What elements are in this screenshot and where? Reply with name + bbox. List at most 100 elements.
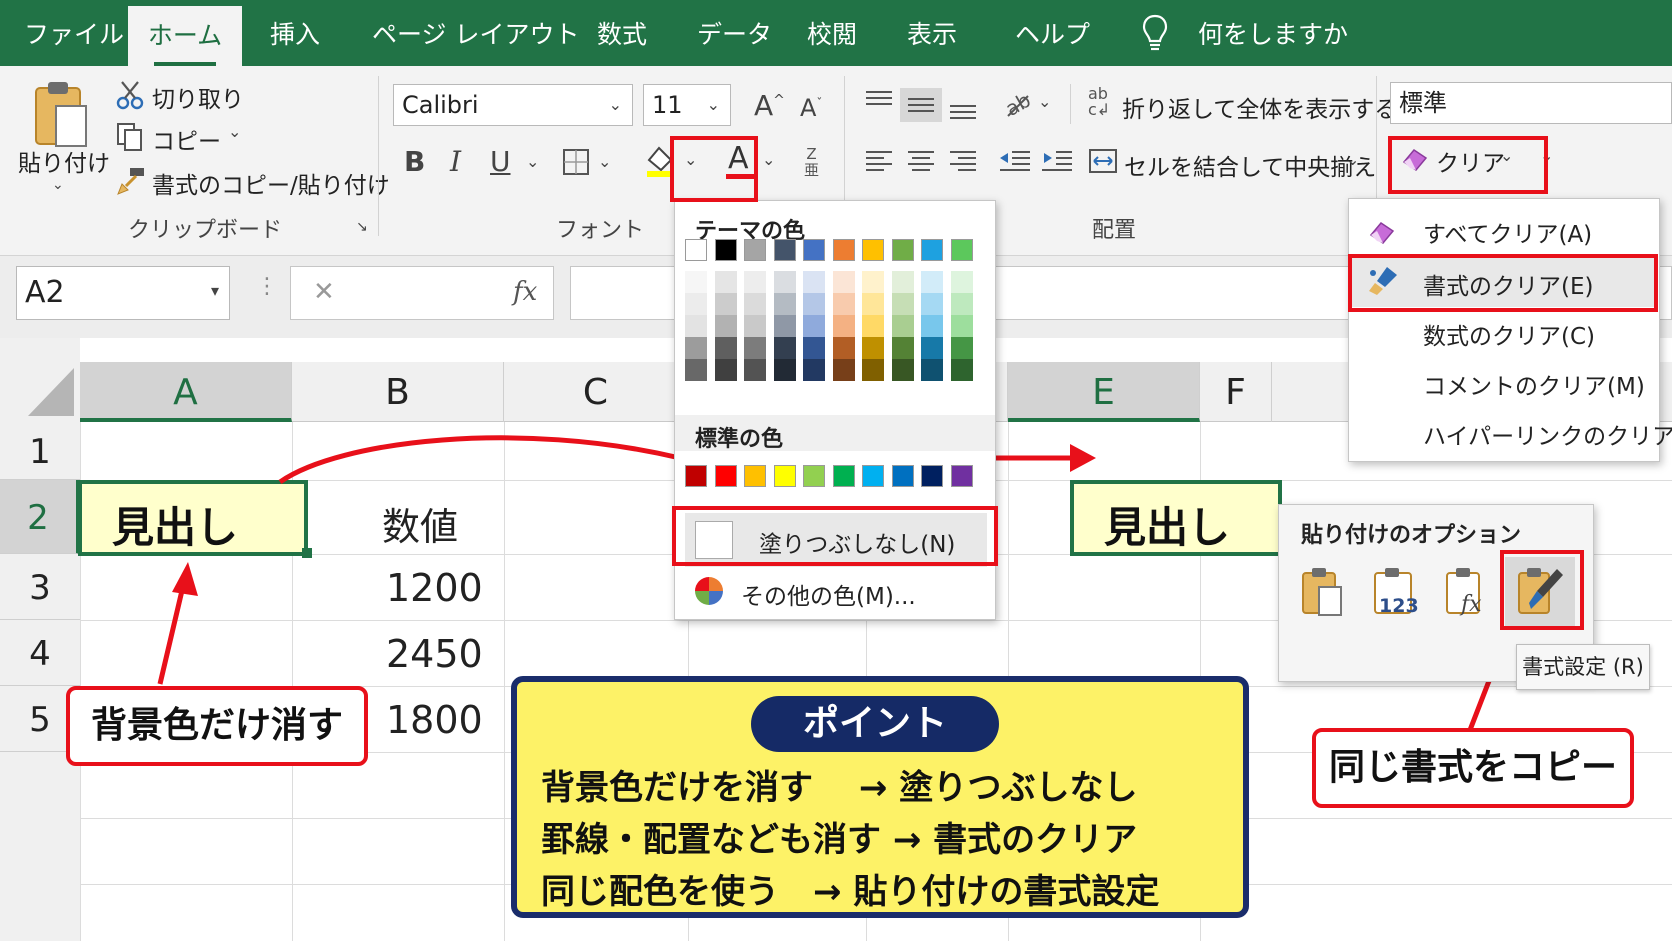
phonetic-icon[interactable]: Z亜 — [804, 146, 819, 178]
theme-color-shade[interactable] — [714, 337, 737, 359]
wrap-text-icon[interactable]: ab c↲ — [1088, 86, 1110, 118]
theme-color-shade[interactable] — [832, 293, 855, 315]
theme-color-shade[interactable] — [685, 293, 707, 315]
row-header-1[interactable]: 1 — [0, 422, 80, 480]
theme-color-shade[interactable] — [803, 271, 825, 293]
wrap-text-button[interactable]: 折り返して全体を表示する — [1122, 90, 1397, 124]
theme-color-shade[interactable] — [862, 293, 884, 315]
theme-color-swatch[interactable] — [685, 239, 707, 261]
name-box[interactable]: A2 ▾ — [16, 266, 230, 320]
theme-color-swatch[interactable] — [950, 239, 973, 261]
theme-color-shade[interactable] — [744, 315, 766, 337]
tell-me-search[interactable]: 何をしますか — [1198, 0, 1348, 66]
more-options-icon[interactable]: ⋮ — [256, 276, 278, 298]
tab-view[interactable]: 表示 — [907, 0, 957, 66]
theme-color-shade[interactable] — [921, 315, 943, 337]
underline-button[interactable]: U — [490, 148, 511, 176]
theme-color-shade[interactable] — [803, 315, 825, 337]
row-header-2[interactable]: 2 — [0, 480, 80, 554]
merge-chevron-icon[interactable]: ⌄ — [1346, 152, 1359, 168]
theme-color-shade[interactable] — [921, 337, 943, 359]
italic-button[interactable]: I — [450, 148, 461, 176]
borders-icon[interactable] — [562, 148, 590, 176]
select-all-corner[interactable] — [0, 338, 80, 422]
merge-center-icon[interactable] — [1088, 146, 1118, 176]
number-format-combo[interactable]: 標準 — [1390, 82, 1672, 124]
scissors-icon[interactable] — [116, 80, 144, 110]
standard-color-swatch[interactable] — [832, 465, 855, 487]
theme-color-shade[interactable] — [803, 293, 825, 315]
copy-icon[interactable] — [116, 122, 144, 152]
more-colors-item[interactable]: その他の色(M)... — [741, 577, 916, 611]
theme-color-shade[interactable] — [744, 359, 766, 381]
theme-color-swatch[interactable] — [832, 239, 855, 261]
theme-color-shade[interactable] — [714, 359, 737, 381]
theme-color-swatch[interactable] — [921, 239, 943, 261]
theme-color-swatch[interactable] — [744, 239, 766, 261]
decrease-font-icon[interactable]: Aˇ — [800, 96, 822, 120]
tab-home[interactable]: ホーム — [128, 6, 242, 66]
font-color-chevron-icon[interactable]: ⌄ — [762, 152, 775, 168]
underline-chevron-icon[interactable]: ⌄ — [526, 154, 539, 170]
paste-formulas-icon[interactable]: fx — [1445, 567, 1489, 617]
column-header-e[interactable]: E — [1008, 362, 1200, 422]
orientation-icon[interactable]: ab — [1000, 86, 1034, 120]
theme-color-shade[interactable] — [862, 337, 884, 359]
theme-color-shade[interactable] — [832, 337, 855, 359]
theme-color-shade[interactable] — [744, 337, 766, 359]
theme-color-shade[interactable] — [891, 271, 914, 293]
standard-color-swatch[interactable] — [891, 465, 914, 487]
theme-color-shade[interactable] — [803, 337, 825, 359]
borders-chevron-icon[interactable]: ⌄ — [598, 154, 611, 170]
theme-color-shade[interactable] — [773, 359, 796, 381]
horizontal-align-icons[interactable] — [862, 146, 982, 180]
orientation-chevron-icon[interactable]: ⌄ — [1038, 94, 1051, 110]
theme-color-swatch[interactable] — [803, 239, 825, 261]
indent-icons[interactable] — [998, 146, 1074, 180]
copy-chevron-icon[interactable]: ⌄ — [228, 124, 241, 140]
standard-color-swatch[interactable] — [773, 465, 796, 487]
clear-contents-item[interactable]: 数式のクリア(C) — [1423, 317, 1595, 351]
theme-color-shade[interactable] — [832, 315, 855, 337]
paste-icon[interactable] — [32, 80, 90, 152]
cut-button[interactable]: 切り取り — [152, 80, 244, 114]
theme-color-shade[interactable] — [714, 315, 737, 337]
clear-hyperlinks-item[interactable]: ハイパーリンクのクリア(L) — [1423, 417, 1672, 451]
cell-b3[interactable]: 1200 — [386, 566, 483, 610]
cell-b2[interactable]: 数値 — [382, 496, 458, 551]
theme-color-shade[interactable] — [862, 359, 884, 381]
theme-color-shade[interactable] — [685, 315, 707, 337]
theme-color-shade[interactable] — [744, 293, 766, 315]
theme-color-swatch[interactable] — [714, 239, 737, 261]
merge-center-button[interactable]: セルを結合して中央揃え — [1124, 148, 1376, 182]
theme-color-swatch[interactable] — [862, 239, 884, 261]
theme-color-shade[interactable] — [773, 293, 796, 315]
copy-button[interactable]: コピー — [152, 122, 221, 156]
cell-b4[interactable]: 2450 — [386, 632, 483, 676]
theme-color-shade[interactable] — [832, 271, 855, 293]
font-size-combo[interactable]: 11 ⌄ — [643, 84, 731, 126]
theme-color-shade[interactable] — [891, 337, 914, 359]
theme-color-shade[interactable] — [950, 293, 973, 315]
theme-color-shade[interactable] — [714, 271, 737, 293]
theme-color-shade[interactable] — [891, 359, 914, 381]
theme-color-shade[interactable] — [921, 293, 943, 315]
column-header-a[interactable]: A — [80, 362, 292, 422]
theme-color-shade[interactable] — [950, 359, 973, 381]
theme-color-swatch[interactable] — [773, 239, 796, 261]
clear-comments-item[interactable]: コメントのクリア(M) — [1423, 367, 1645, 401]
cell-a2[interactable]: 見出し — [78, 480, 308, 556]
theme-color-shade[interactable] — [950, 315, 973, 337]
tab-help[interactable]: ヘルプ — [1015, 0, 1090, 66]
lightbulb-icon[interactable] — [1142, 14, 1168, 54]
standard-color-swatch[interactable] — [744, 465, 766, 487]
theme-color-shade[interactable] — [921, 271, 943, 293]
tab-review[interactable]: 校閲 — [807, 0, 857, 66]
theme-color-swatch[interactable] — [891, 239, 914, 261]
tab-formulas[interactable]: 数式 — [597, 0, 647, 66]
theme-color-shade[interactable] — [891, 293, 914, 315]
column-header-b[interactable]: B — [292, 362, 504, 422]
theme-color-shade[interactable] — [685, 271, 707, 293]
insert-function-icon[interactable]: fx — [513, 279, 537, 305]
bold-button[interactable]: B — [404, 148, 425, 176]
